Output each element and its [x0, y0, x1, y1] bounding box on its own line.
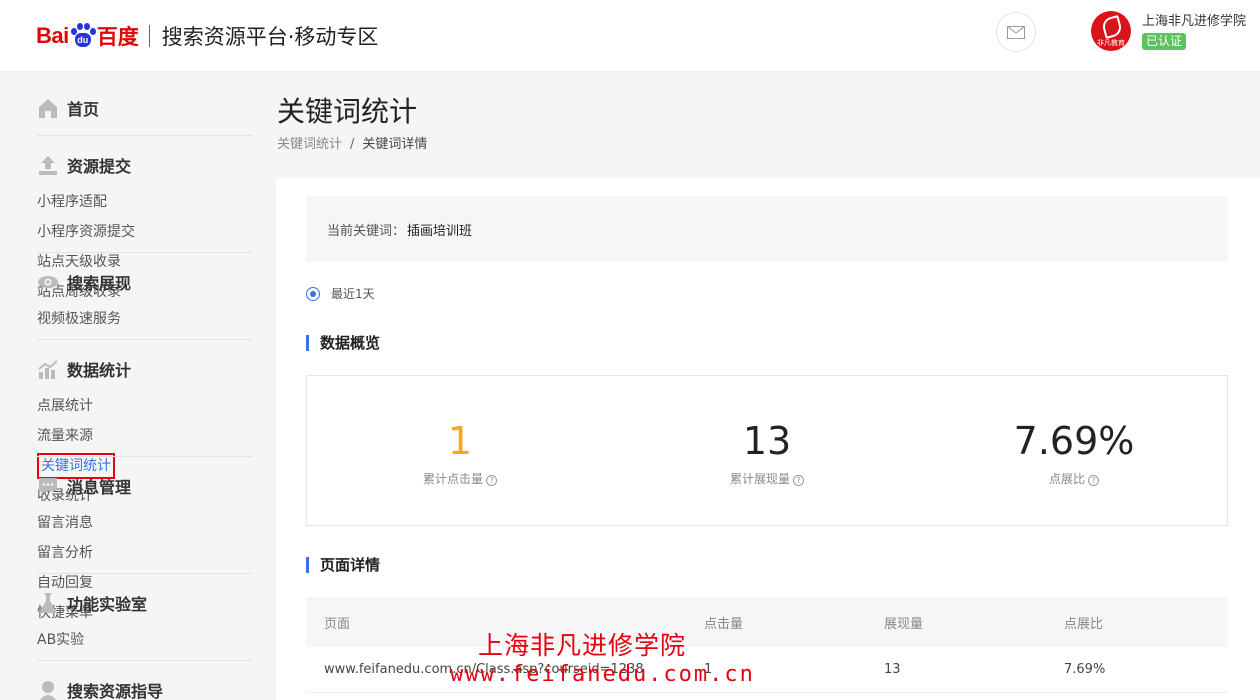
sidebar-item-traffic-source[interactable]: 流量来源 [37, 421, 145, 451]
sidebar-divider [37, 573, 252, 574]
keyword-label: 当前关键词： [327, 223, 406, 239]
leaf-logo-icon [1100, 15, 1124, 39]
sidebar-divider [37, 252, 252, 253]
watermark-school-name: 上海非凡进修学院 [478, 631, 687, 660]
detail-section-title: 页面详情 [306, 557, 380, 573]
user-name[interactable]: 上海非凡进修学院 [1142, 10, 1246, 29]
page-title: 关键词统计 [277, 95, 418, 128]
stat-ctr-value: 7.69% [1013, 419, 1135, 463]
range-radio[interactable]: 最近1天 [306, 285, 375, 302]
stat-clicks-value: 1 [447, 419, 473, 463]
chart-icon [37, 358, 59, 380]
sidebar-home[interactable]: 首页 [37, 96, 252, 120]
stat-clicks-label: 累计点击量 [422, 472, 483, 486]
column-header-impressions: 展现量 [884, 616, 924, 632]
keyword-value: 插画培训班 [407, 223, 473, 239]
upload-icon [37, 154, 59, 176]
overview-section-title: 数据概览 [306, 335, 380, 351]
sidebar-group-title: 消息管理 [67, 478, 132, 497]
help-icon[interactable]: ? [1088, 475, 1099, 486]
sidebar-item-click-display[interactable]: 点展统计 [37, 391, 145, 421]
stat-clicks: 1 累计点击量? [307, 416, 613, 487]
top-header: Bai du 百度 搜索资源平台·移动专区 非凡教育 上海非凡进修学院 已认证 [0, 0, 1260, 72]
stat-impressions: 13 累计展现量? [614, 416, 920, 487]
overview-stats: 1 累计点击量? 13 累计展现量? 7.69% 点展比? [306, 375, 1228, 526]
sidebar-home-label: 首页 [67, 100, 100, 119]
column-header-clicks: 点击量 [704, 616, 744, 632]
sidebar-item-miniapp-adapt[interactable]: 小程序适配 [37, 187, 145, 217]
mail-button[interactable] [996, 12, 1036, 52]
column-header-page: 页面 [324, 616, 351, 632]
eye-icon [37, 271, 59, 293]
stat-ctr: 7.69% 点展比? [921, 416, 1227, 487]
sidebar-group-title: 功能实验室 [67, 595, 148, 614]
avatar-text: 非凡教育 [1097, 39, 1125, 47]
stat-impressions-label: 累计展现量 [729, 472, 790, 486]
watermark-url: www.feifanedu.com.cn [450, 662, 755, 687]
platform-title: 搜索资源平台·移动专区 [161, 25, 379, 49]
breadcrumb-link[interactable]: 关键词统计 [277, 137, 342, 152]
logo-bai-text: Bai [36, 23, 69, 48]
sidebar-group-guide: 搜索资源指导 [37, 678, 252, 700]
flask-icon [37, 592, 59, 614]
mail-icon [1007, 25, 1025, 39]
sidebar-item-leave-message[interactable]: 留言消息 [37, 508, 145, 538]
content-card: 当前关键词： 插画培训班 最近1天 数据概览 1 累计点击量? 13 累计展现量… [276, 178, 1260, 700]
sidebar-divider [37, 456, 252, 457]
baidu-logo[interactable]: Bai du 百度 搜索资源平台·移动专区 [36, 14, 378, 58]
help-icon[interactable]: ? [486, 475, 497, 486]
paw-icon: du [70, 23, 96, 49]
table-row: www.feifanedu.com.cn/Class.asp?courseid=… [306, 647, 1228, 693]
sidebar: 首页 资源提交 小程序适配 小程序资源提交 站点天级收录 站点周级收录 搜索展现… [0, 72, 262, 700]
table-header: 页面 点击量 展现量 点展比 [306, 597, 1228, 647]
sidebar-item-miniapp-submit[interactable]: 小程序资源提交 [37, 217, 145, 247]
sidebar-group-search-display: 搜索展现 视频极速服务 [37, 270, 252, 334]
sidebar-group-lab: 功能实验室 AB实验 [37, 591, 252, 655]
logo-baidu-cn: 百度 [96, 25, 139, 49]
cell-impressions: 13 [884, 662, 901, 677]
sidebar-item-ab-test[interactable]: AB实验 [37, 625, 145, 655]
sidebar-group-title: 搜索资源指导 [67, 682, 164, 700]
sidebar-divider [37, 339, 252, 340]
sidebar-item-video-fast[interactable]: 视频极速服务 [37, 304, 145, 334]
help-icon[interactable]: ? [793, 475, 804, 486]
sidebar-group-title: 数据统计 [67, 361, 132, 380]
message-icon [37, 475, 59, 497]
verified-badge: 已认证 [1142, 33, 1187, 50]
radio-selected-icon [306, 286, 320, 301]
stat-impressions-value: 13 [742, 419, 792, 463]
stat-ctr-label: 点展比 [1048, 472, 1085, 486]
logo-du-text: du [74, 33, 91, 47]
logo-divider [148, 25, 150, 47]
sidebar-item-message-analysis[interactable]: 留言分析 [37, 538, 145, 568]
sidebar-group-title: 搜索展现 [67, 274, 132, 293]
breadcrumb-current: 关键词详情 [362, 137, 428, 152]
sidebar-group-title: 资源提交 [67, 157, 132, 176]
range-radio-label: 最近1天 [331, 287, 375, 301]
cell-ctr: 7.69% [1064, 662, 1106, 677]
avatar[interactable]: 非凡教育 [1091, 11, 1131, 51]
current-keyword-box: 当前关键词： 插画培训班 [306, 196, 1228, 262]
breadcrumb-separator: / [350, 137, 355, 152]
column-header-ctr: 点展比 [1064, 616, 1104, 632]
home-icon [37, 97, 59, 119]
sidebar-divider [37, 135, 252, 136]
sidebar-divider [37, 660, 252, 661]
guide-icon [37, 679, 59, 700]
breadcrumb: 关键词统计 / 关键词详情 [277, 133, 427, 152]
